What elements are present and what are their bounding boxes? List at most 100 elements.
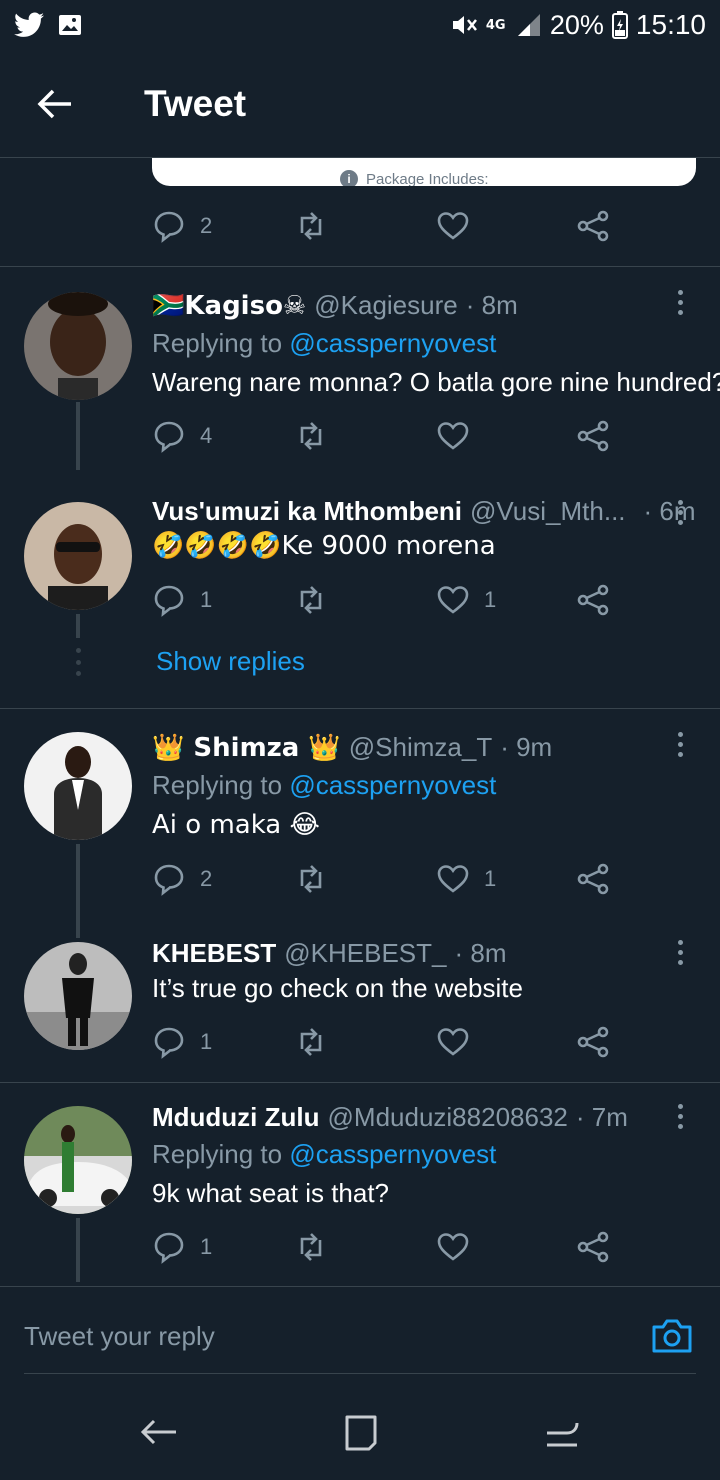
like-button[interactable] — [436, 206, 470, 246]
more-options-icon[interactable] — [668, 284, 692, 320]
avatar[interactable] — [24, 1106, 132, 1214]
reply-button[interactable]: 1 — [152, 1227, 212, 1267]
nav-recents-icon[interactable] — [537, 1407, 587, 1457]
more-options-icon[interactable] — [668, 1098, 692, 1134]
share-button[interactable] — [576, 1227, 610, 1267]
show-replies-link[interactable]: Show replies — [156, 646, 305, 677]
like-button[interactable] — [436, 416, 470, 456]
reply-icon — [154, 585, 184, 617]
nav-home-icon[interactable] — [335, 1407, 385, 1457]
retweet-button[interactable] — [294, 206, 328, 246]
avatar[interactable] — [24, 292, 132, 400]
mention-link[interactable]: @casspernyovest — [289, 1139, 496, 1169]
share-button[interactable] — [576, 1022, 610, 1062]
mention-link[interactable]: @casspernyovest — [289, 328, 496, 358]
share-button[interactable] — [576, 416, 610, 456]
handle[interactable]: @Kagiesure — [314, 290, 457, 321]
battery-percent: 20% — [549, 9, 604, 40]
signal-type-label: 4G — [485, 17, 506, 33]
tweet-actions: 2 — [152, 206, 632, 246]
avatar[interactable] — [24, 732, 132, 840]
share-icon — [577, 1026, 609, 1058]
retweet-icon — [300, 1233, 322, 1261]
reply-button[interactable]: 1 — [152, 1022, 212, 1062]
like-button[interactable]: 1 — [436, 580, 496, 620]
tweet-text: Ai o maka 😂 — [152, 810, 320, 840]
tweet-actions: 1 — [152, 1227, 632, 1267]
like-button[interactable] — [436, 1022, 470, 1062]
more-options-icon[interactable] — [668, 494, 692, 530]
thread-line — [76, 614, 80, 638]
display-name[interactable]: Mduduzi Zulu — [152, 1102, 320, 1133]
reply-input[interactable]: Tweet your reply — [24, 1321, 215, 1352]
share-icon — [577, 210, 609, 242]
replying-prefix: Replying to — [152, 1139, 290, 1169]
retweet-button[interactable] — [294, 580, 328, 620]
display-name[interactable]: Vus'umuzi ka Mthombeni — [152, 496, 462, 527]
share-button[interactable] — [576, 206, 610, 246]
like-count: 1 — [484, 866, 497, 891]
reply-count: 1 — [200, 587, 213, 612]
heart-icon — [437, 1233, 469, 1261]
reply-button[interactable]: 1 — [152, 580, 212, 620]
tweet-header: Mduduzi Zulu @Mduduzi88208632 · 7m — [152, 1102, 628, 1133]
reply-count: 2 — [200, 866, 213, 891]
handle[interactable]: @Vusi_Mth... — [470, 496, 625, 527]
image-icon — [59, 15, 81, 35]
share-button[interactable] — [576, 859, 610, 899]
replying-prefix: Replying to — [152, 770, 290, 800]
reply-icon — [154, 1232, 184, 1264]
more-options-icon[interactable] — [668, 726, 692, 762]
camera-icon[interactable] — [650, 1313, 694, 1357]
back-button[interactable] — [0, 50, 110, 158]
tweet-text: 9k what seat is that? — [152, 1178, 390, 1208]
more-options-icon[interactable] — [668, 934, 692, 970]
display-name[interactable]: KHEBEST — [152, 938, 276, 969]
reply-icon — [154, 211, 184, 243]
reply-icon — [154, 421, 184, 453]
reply-button[interactable]: 2 — [152, 859, 212, 899]
reply-button[interactable]: 4 — [152, 416, 212, 456]
twitter-icon — [14, 12, 44, 37]
retweet-button[interactable] — [294, 1227, 328, 1267]
share-icon — [577, 420, 609, 452]
handle[interactable]: @Mduduzi88208632 — [328, 1102, 568, 1133]
tweet-header: Vus'umuzi ka Mthombeni @Vusi_Mth... · 6m — [152, 496, 696, 527]
handle[interactable]: @Shimza_T — [349, 732, 492, 763]
reply-count: 4 — [200, 423, 213, 448]
info-icon: i — [340, 170, 358, 186]
arrow-left-icon — [37, 89, 71, 118]
divider — [0, 708, 720, 709]
tweet-header: 🇿🇦Kagiso☠ @Kagiesure · 8m — [152, 290, 518, 321]
avatar[interactable] — [24, 502, 132, 610]
embed-text: Package Includes: — [366, 170, 489, 187]
replying-prefix: Replying to — [152, 328, 290, 358]
handle[interactable]: @KHEBEST_ — [284, 938, 446, 969]
tweet-text: It’s true go check on the website — [152, 973, 523, 1003]
timestamp: · 7m — [575, 1102, 628, 1132]
mention-link[interactable]: @casspernyovest — [289, 770, 496, 800]
heart-icon — [437, 422, 469, 450]
like-button[interactable]: 1 — [436, 859, 496, 899]
retweet-button[interactable] — [294, 859, 328, 899]
reply-icon — [154, 864, 184, 896]
like-button[interactable] — [436, 1227, 470, 1267]
heart-icon — [437, 1028, 469, 1056]
retweet-button[interactable] — [294, 1022, 328, 1062]
reply-icon — [154, 1027, 184, 1059]
link-preview-card[interactable]: i Package Includes: — [152, 158, 696, 186]
display-name[interactable]: 👑 Shimza 👑 — [152, 733, 341, 763]
clock: 15:10 — [635, 9, 706, 40]
display-name[interactable]: 🇿🇦Kagiso☠ — [152, 291, 306, 321]
retweet-button[interactable] — [294, 416, 328, 456]
mute-icon — [452, 16, 477, 34]
avatar[interactable] — [24, 942, 132, 1050]
input-underline — [24, 1373, 696, 1374]
share-button[interactable] — [576, 580, 610, 620]
heart-icon — [437, 212, 469, 240]
retweet-icon — [300, 865, 322, 893]
thread-line — [76, 844, 80, 938]
nav-back-icon[interactable] — [134, 1407, 184, 1457]
reply-button[interactable]: 2 — [152, 206, 212, 246]
divider — [0, 266, 720, 267]
